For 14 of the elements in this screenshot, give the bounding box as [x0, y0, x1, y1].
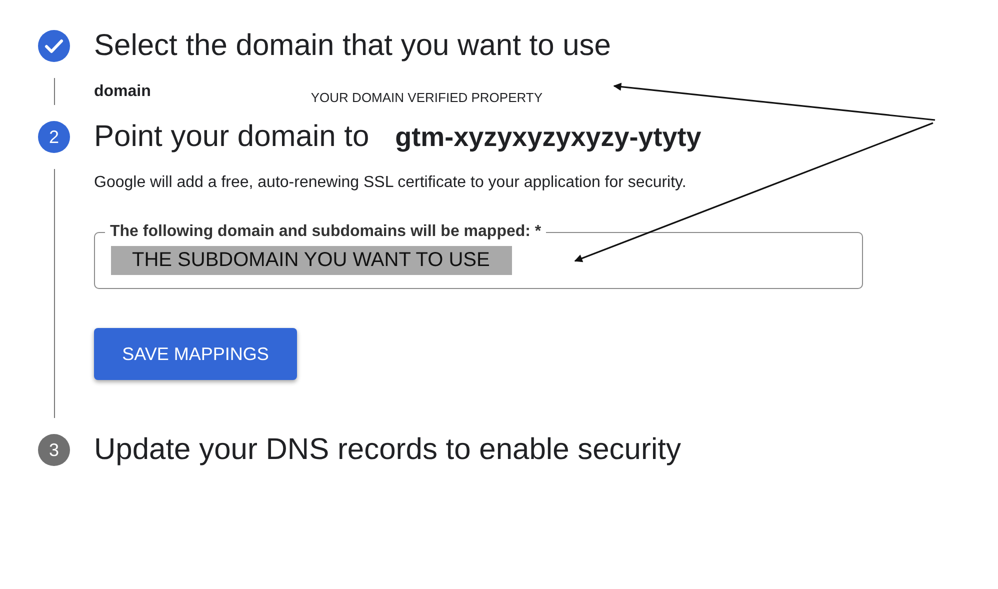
annotation-text: YOUR DOMAIN VERIFIED PROPERTY: [310, 91, 543, 105]
step-title: Update your DNS records to enable security: [94, 433, 681, 467]
check-icon: [38, 30, 70, 62]
field-value: THE SUBDOMAIN YOU WANT TO USE: [111, 246, 512, 275]
save-button[interactable]: SAVE MAPPINGS: [94, 328, 297, 380]
target-name: gtm-xyzyxyzyxyzy-ytyty: [395, 122, 702, 152]
step-title: Select the domain that you want to use: [94, 29, 611, 63]
field-label: The following domain and subdomains will be mapped: *: [109, 222, 542, 242]
step-number: 2: [38, 121, 70, 153]
input-field[interactable]: The following domain and subdomains will be mapped: * THE SUBDOMAIN YOU WANT TO USE: [94, 222, 863, 289]
description-text: Google will add a free, auto-renewing SSL certificate to your application for security.: [94, 173, 688, 193]
step-number: 3: [38, 434, 70, 466]
selected-domain: domain: [94, 82, 151, 102]
step-title: Point your domain to: [94, 120, 370, 154]
